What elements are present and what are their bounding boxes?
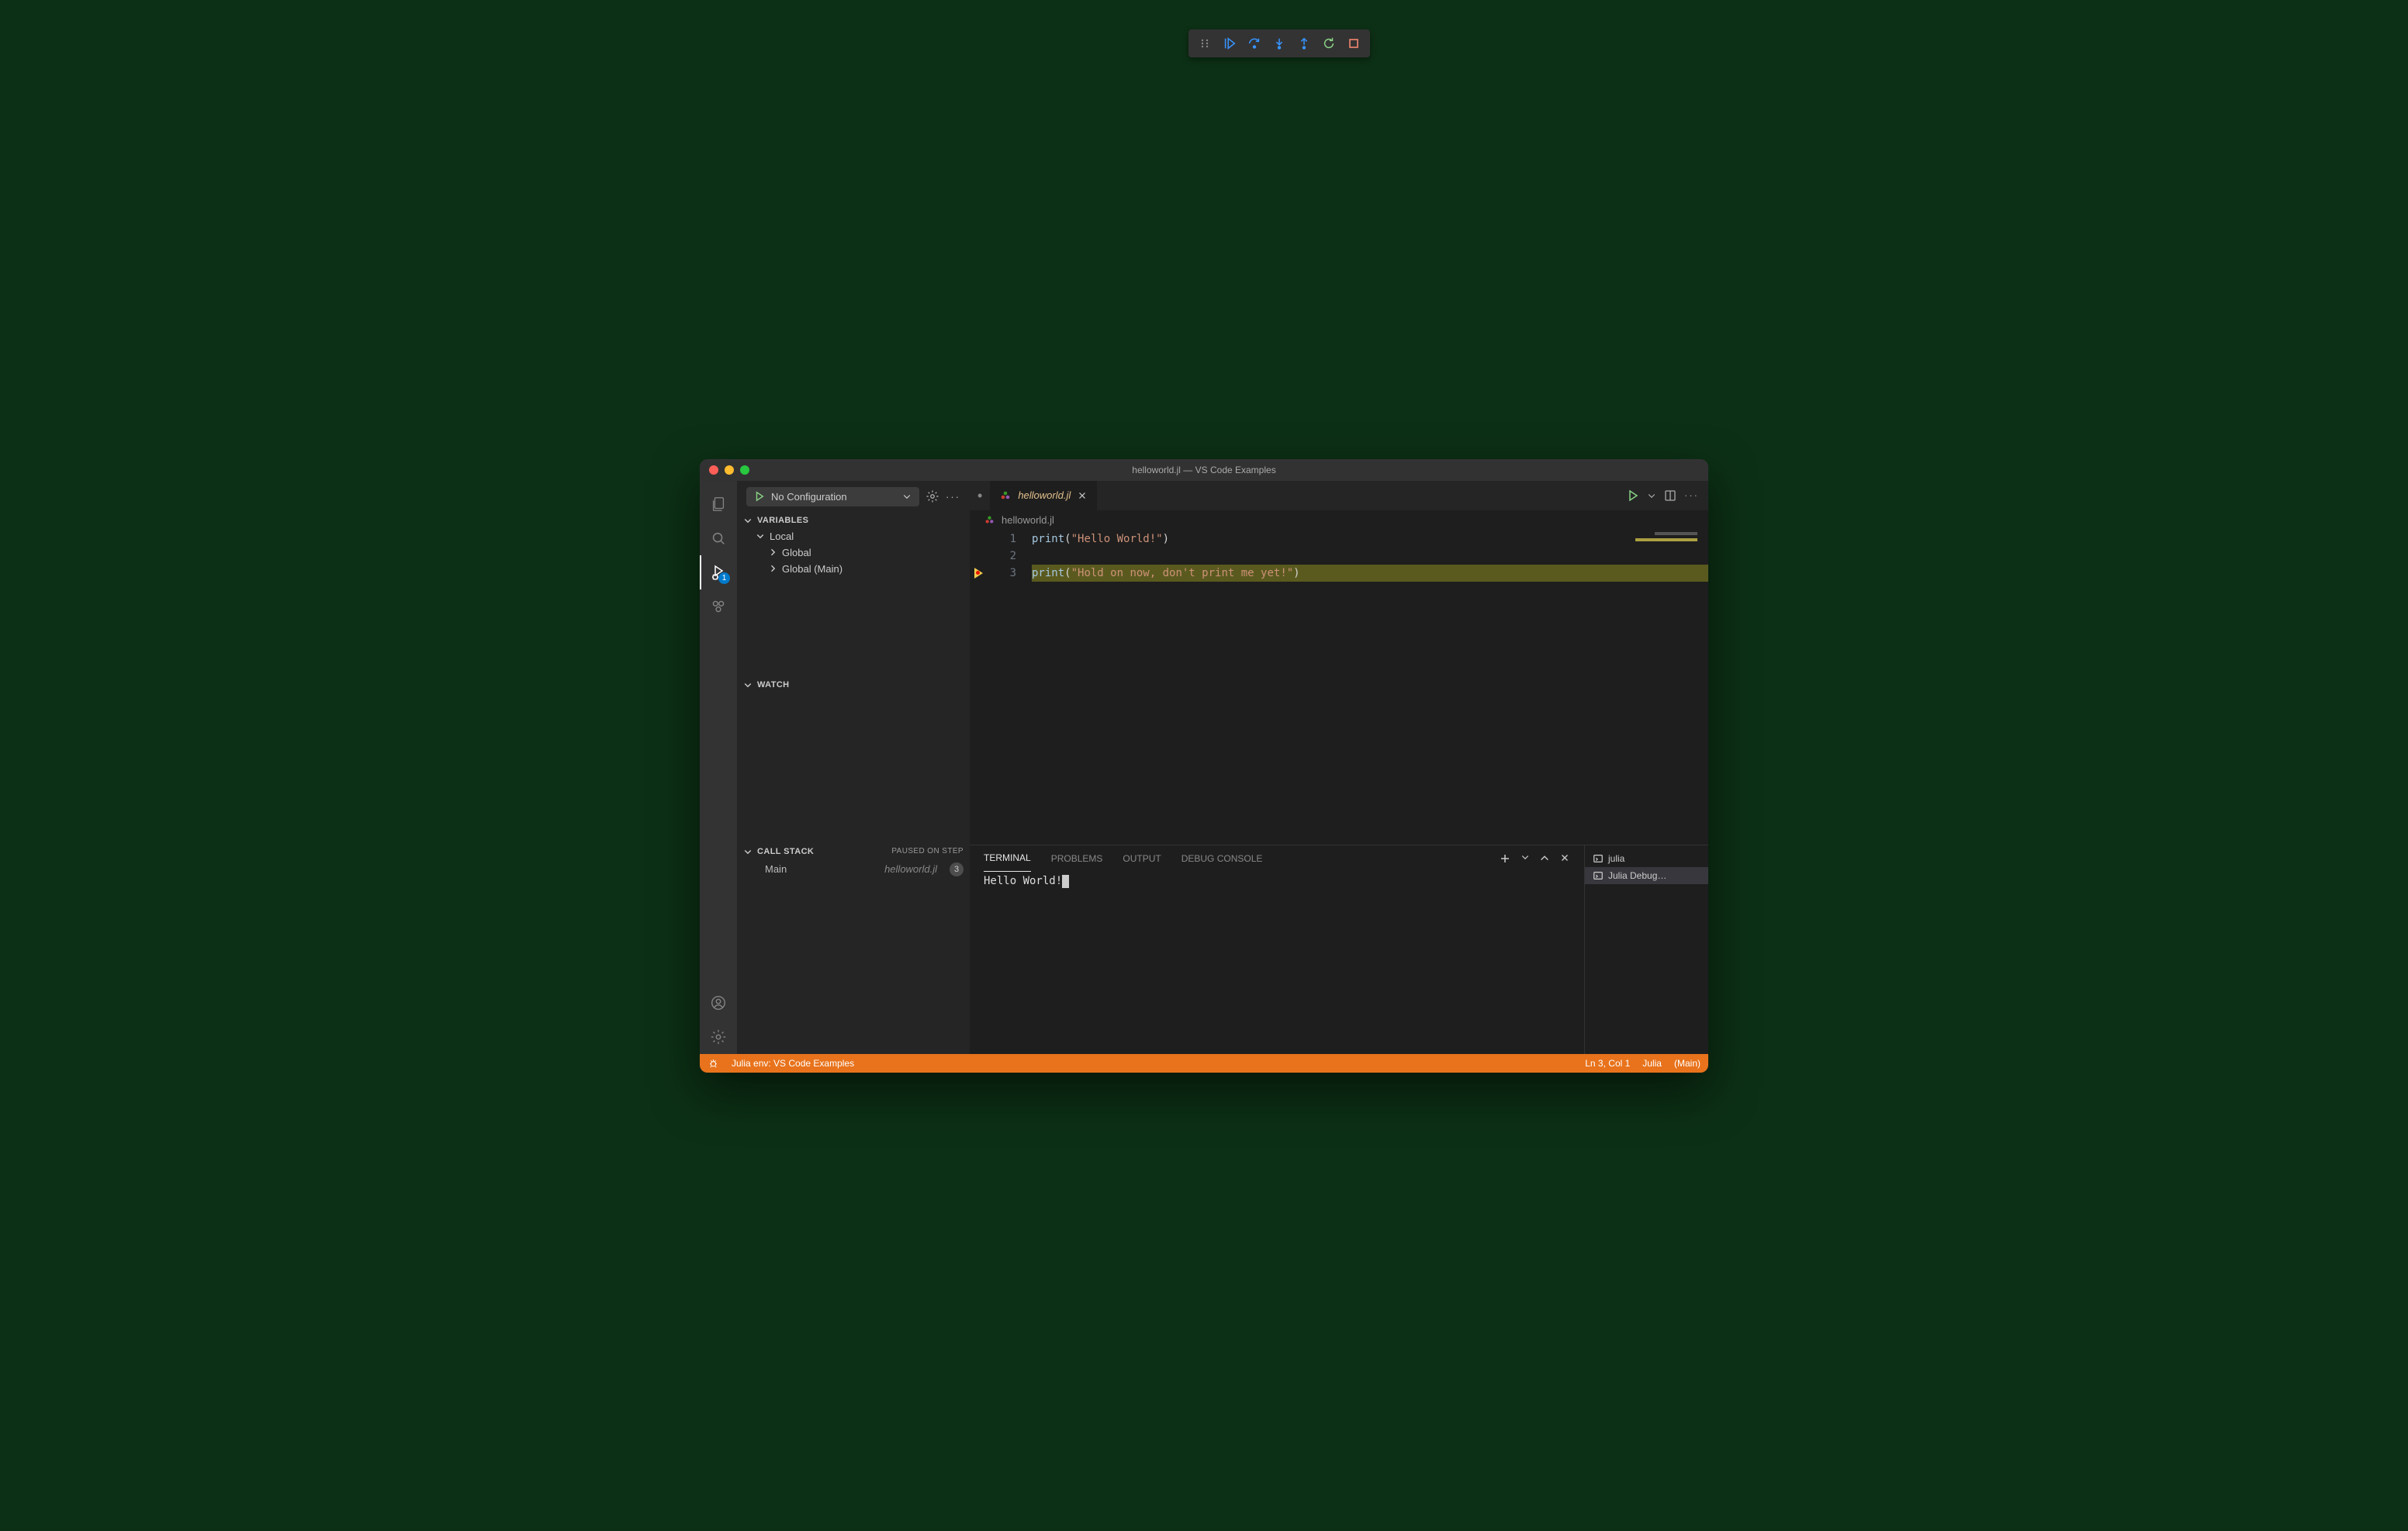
- terminal-output[interactable]: Hello World!: [970, 872, 1584, 1054]
- code-lines: print("Hello World!") print("Hold on now,…: [1032, 530, 1708, 845]
- play-icon: [754, 491, 765, 502]
- julia-file-icon: [984, 514, 995, 526]
- minimap[interactable]: [1628, 530, 1697, 845]
- status-language[interactable]: Julia: [1642, 1058, 1662, 1069]
- breadcrumb[interactable]: helloworld.jl: [970, 510, 1708, 530]
- status-bar: Julia env: VS Code Examples Ln 3, Col 1 …: [700, 1054, 1708, 1073]
- callstack-title: Call Stack: [757, 847, 814, 856]
- editor-gutter: 123: [970, 530, 1032, 845]
- titlebar: helloworld.jl — VS Code Examples: [700, 459, 1708, 481]
- split-editor-icon[interactable]: [1664, 489, 1676, 502]
- panel-tab-debug-console[interactable]: DEBUG CONSOLE: [1182, 845, 1263, 872]
- terminal-name: julia: [1608, 853, 1624, 864]
- terminal-icon: [1593, 870, 1604, 881]
- chevron-down-icon[interactable]: [1647, 491, 1656, 500]
- frame-line: 3: [950, 862, 964, 876]
- panel-tabs: TERMINAL PROBLEMS OUTPUT DEBUG CONSOLE: [970, 845, 1584, 872]
- code-line: print("Hold on now, don't print me yet!"…: [1032, 565, 1708, 582]
- run-file-button[interactable]: [1627, 489, 1639, 502]
- vscode-window: helloworld.jl — VS Code Examples 1: [700, 459, 1708, 1073]
- maximize-panel-icon[interactable]: [1539, 852, 1550, 865]
- chevron-down-icon: [743, 680, 752, 689]
- panel-tab-problems[interactable]: PROBLEMS: [1051, 845, 1103, 872]
- variables-section: Variables Local Global Global (Main): [737, 513, 970, 677]
- window-title: helloworld.jl — VS Code Examples: [700, 465, 1708, 475]
- run-debug-view-icon[interactable]: 1: [700, 555, 737, 589]
- chevron-right-icon: [768, 548, 777, 557]
- code-editor[interactable]: 123 print("Hello World!") print("Hold on …: [970, 530, 1708, 845]
- new-terminal-icon[interactable]: [1499, 852, 1511, 865]
- julia-file-icon: [999, 489, 1012, 502]
- editor-tab[interactable]: helloworld.jl: [990, 481, 1098, 510]
- terminal-list: julia Julia Debug…: [1584, 845, 1708, 1054]
- activity-bar: 1: [700, 481, 737, 1054]
- chevron-down-icon[interactable]: [1521, 852, 1530, 865]
- chevron-down-icon: [743, 516, 752, 525]
- group-label: Local: [770, 530, 794, 542]
- debug-sidebar: No Configuration ··· Variables Local Glob…: [737, 481, 970, 1054]
- gutter-line[interactable]: 1: [970, 530, 1032, 548]
- code-line: [1032, 548, 1708, 565]
- debug-config-row: No Configuration ···: [737, 481, 970, 513]
- watch-header[interactable]: Watch: [737, 677, 970, 693]
- extensions-view-icon[interactable]: [700, 589, 737, 624]
- chevron-down-icon: [756, 531, 765, 541]
- panel-tab-terminal[interactable]: TERMINAL: [984, 845, 1031, 872]
- variables-header[interactable]: Variables: [737, 513, 970, 528]
- callstack-section: Call Stack Paused on step Main helloworld…: [737, 844, 970, 1054]
- group-label: Global (Main): [782, 563, 842, 575]
- frame-name: Main: [765, 863, 787, 875]
- code-line: print("Hello World!"): [1032, 530, 1708, 548]
- debug-badge: 1: [718, 572, 730, 584]
- config-label: No Configuration: [771, 491, 847, 503]
- callstack-frame[interactable]: Main helloworld.jl 3: [737, 859, 970, 880]
- group-label: Global: [782, 547, 811, 558]
- status-env[interactable]: Julia env: VS Code Examples: [732, 1058, 854, 1069]
- more-icon[interactable]: ···: [1684, 489, 1699, 501]
- variables-title: Variables: [757, 516, 808, 525]
- terminal-name: Julia Debug…: [1608, 870, 1666, 881]
- variables-group[interactable]: Local: [737, 528, 970, 544]
- more-icon[interactable]: ···: [946, 491, 960, 503]
- breadcrumb-file: helloworld.jl: [1002, 514, 1054, 526]
- chevron-right-icon: [768, 564, 777, 573]
- variables-group[interactable]: Global (Main): [737, 561, 970, 577]
- close-icon[interactable]: [1077, 490, 1088, 501]
- watch-section: Watch: [737, 677, 970, 844]
- accounts-icon[interactable]: [700, 986, 737, 1020]
- chevron-down-icon: [902, 492, 912, 501]
- debug-status-icon[interactable]: [708, 1057, 719, 1069]
- terminal-cursor: [1062, 875, 1069, 888]
- tab-label: helloworld.jl: [1018, 489, 1071, 501]
- status-module[interactable]: (Main): [1674, 1058, 1700, 1069]
- settings-gear-icon[interactable]: [700, 1020, 737, 1054]
- variables-group[interactable]: Global: [737, 544, 970, 561]
- terminal-text: Hello World!: [984, 875, 1062, 1051]
- terminal-list-item[interactable]: julia: [1585, 850, 1708, 867]
- terminal-list-item[interactable]: Julia Debug…: [1585, 867, 1708, 884]
- status-position[interactable]: Ln 3, Col 1: [1585, 1058, 1630, 1069]
- debug-config-select[interactable]: No Configuration: [746, 487, 919, 506]
- terminal-icon: [1593, 853, 1604, 864]
- search-view-icon[interactable]: [700, 521, 737, 555]
- breakpoint-icon[interactable]: [974, 568, 983, 579]
- gutter-line[interactable]: 3: [970, 565, 1032, 582]
- gutter-line[interactable]: 2: [970, 548, 1032, 565]
- settings-gear-icon[interactable]: [925, 489, 939, 503]
- chevron-down-icon: [743, 847, 752, 856]
- editor-tabs: • helloworld.jl ···: [970, 481, 1708, 510]
- callstack-header[interactable]: Call Stack Paused on step: [737, 844, 970, 859]
- callstack-status: Paused on step: [891, 847, 964, 855]
- panel-tab-output[interactable]: OUTPUT: [1123, 845, 1161, 872]
- editor-region: • helloworld.jl ···: [970, 481, 1708, 1054]
- bottom-panel: TERMINAL PROBLEMS OUTPUT DEBUG CONSOLE Hell…: [970, 845, 1708, 1054]
- frame-file: helloworld.jl: [884, 863, 937, 875]
- main-area: 1 No Configuration: [700, 481, 1708, 1054]
- explorer-view-icon[interactable]: [700, 487, 737, 521]
- close-panel-icon[interactable]: [1559, 852, 1570, 865]
- watch-title: Watch: [757, 680, 790, 689]
